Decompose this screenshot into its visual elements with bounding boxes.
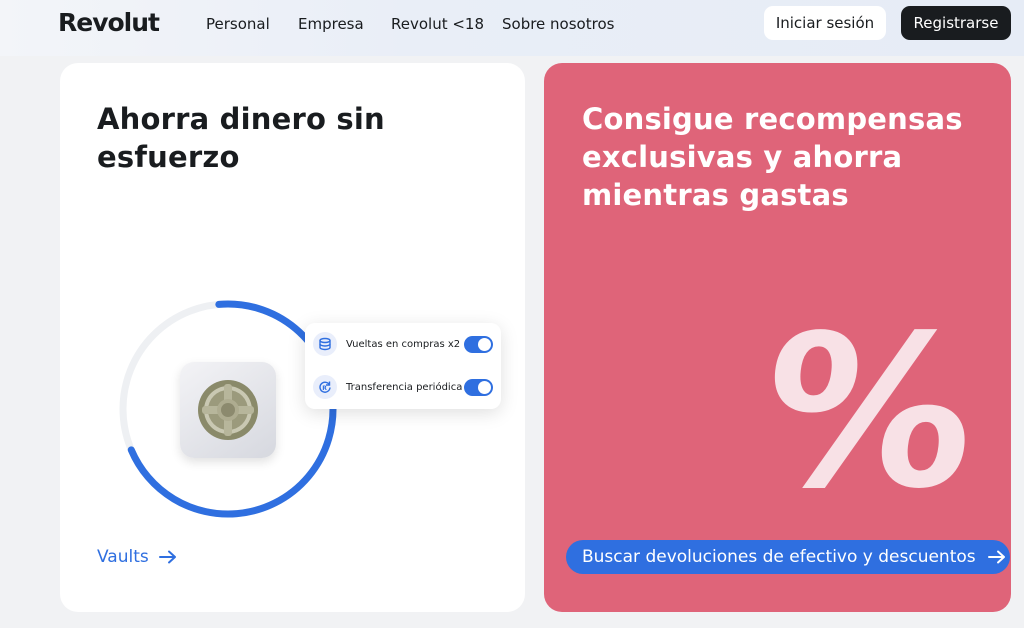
rule-label: Transferencia periódica bbox=[346, 381, 463, 393]
arrow-right-icon bbox=[987, 550, 1005, 564]
rewards-card: Consigue recompensas exclusivas y ahorra… bbox=[544, 63, 1011, 612]
savings-card-title: Ahorra dinero sin esfuerzo bbox=[97, 102, 385, 174]
top-navigation-bar: Revolut Personal Empresa Revolut <18 Sob… bbox=[0, 0, 1024, 56]
cashback-discounts-button[interactable]: Buscar devoluciones de efectivo y descue… bbox=[566, 540, 1010, 574]
rule-label: Vueltas en compras x2 bbox=[346, 338, 461, 350]
vault-wheel-icon bbox=[198, 380, 258, 440]
arrow-right-icon bbox=[158, 550, 176, 564]
recurring-transfer-toggle[interactable] bbox=[464, 378, 493, 396]
nav-sobre-nosotros[interactable]: Sobre nosotros bbox=[502, 15, 614, 33]
nav-personal[interactable]: Personal bbox=[206, 15, 270, 33]
nav-empresa[interactable]: Empresa bbox=[298, 15, 364, 33]
recurring-icon: R bbox=[313, 375, 337, 399]
savings-card: Ahorra dinero sin esfuerzo Vueltas en co… bbox=[60, 63, 525, 612]
savings-rules-popup: Vueltas en compras x2 R Transferencia pe… bbox=[305, 323, 501, 409]
percent-symbol: % bbox=[751, 290, 988, 535]
register-button[interactable]: Registrarse bbox=[901, 6, 1011, 40]
vault-safe-image bbox=[180, 362, 276, 458]
rewards-card-title: Consigue recompensas exclusivas y ahorra… bbox=[582, 102, 963, 212]
nav-revolut-under-18[interactable]: Revolut <18 bbox=[391, 15, 484, 33]
rule-recurring-transfer: R Transferencia periódica bbox=[313, 372, 493, 402]
revolut-logo[interactable]: Revolut bbox=[58, 8, 160, 37]
coins-icon bbox=[313, 332, 337, 356]
round-ups-toggle[interactable] bbox=[464, 335, 493, 353]
cashback-button-label: Buscar devoluciones de efectivo y descue… bbox=[582, 547, 976, 567]
svg-text:R: R bbox=[322, 385, 327, 392]
vaults-link-label: Vaults bbox=[97, 547, 149, 567]
rule-round-ups: Vueltas en compras x2 bbox=[313, 329, 493, 359]
login-button[interactable]: Iniciar sesión bbox=[764, 6, 886, 40]
vaults-link[interactable]: Vaults bbox=[97, 547, 177, 567]
